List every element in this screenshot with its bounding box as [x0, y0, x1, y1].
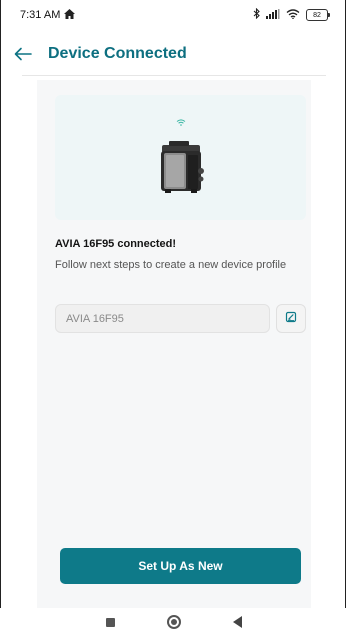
back-triangle-icon[interactable]	[233, 616, 242, 628]
wifi-indicator-icon	[176, 113, 186, 131]
status-bar: 7:31 AM 82	[0, 0, 348, 30]
system-nav-bar	[0, 608, 348, 636]
bluetooth-icon	[253, 7, 260, 22]
instructions-text: Follow next steps to create a new device…	[55, 259, 287, 271]
connected-message: AVIA 16F95 connected!	[55, 238, 177, 250]
app-header: Device Connected	[0, 38, 348, 70]
status-left: 7:31 AM	[20, 8, 76, 22]
status-right: 82	[253, 7, 330, 22]
recents-square-icon[interactable]	[106, 617, 115, 627]
battery-icon: 82	[306, 9, 330, 21]
wifi-icon	[286, 8, 300, 22]
status-time: 7:31 AM	[20, 9, 61, 21]
page-title: Device Connected	[48, 45, 187, 62]
device-card	[55, 95, 306, 220]
edit-icon	[285, 310, 297, 328]
device-name-input[interactable]	[55, 304, 270, 333]
header-divider	[22, 75, 326, 76]
battery-level: 82	[313, 11, 321, 19]
signal-icon	[266, 8, 280, 22]
home-icon	[64, 8, 76, 22]
device-image	[156, 141, 206, 202]
setup-as-new-button[interactable]: Set Up As New	[60, 548, 301, 584]
edit-name-button[interactable]	[276, 304, 306, 333]
home-circle-icon[interactable]	[167, 615, 181, 629]
back-arrow-icon[interactable]	[14, 43, 32, 65]
